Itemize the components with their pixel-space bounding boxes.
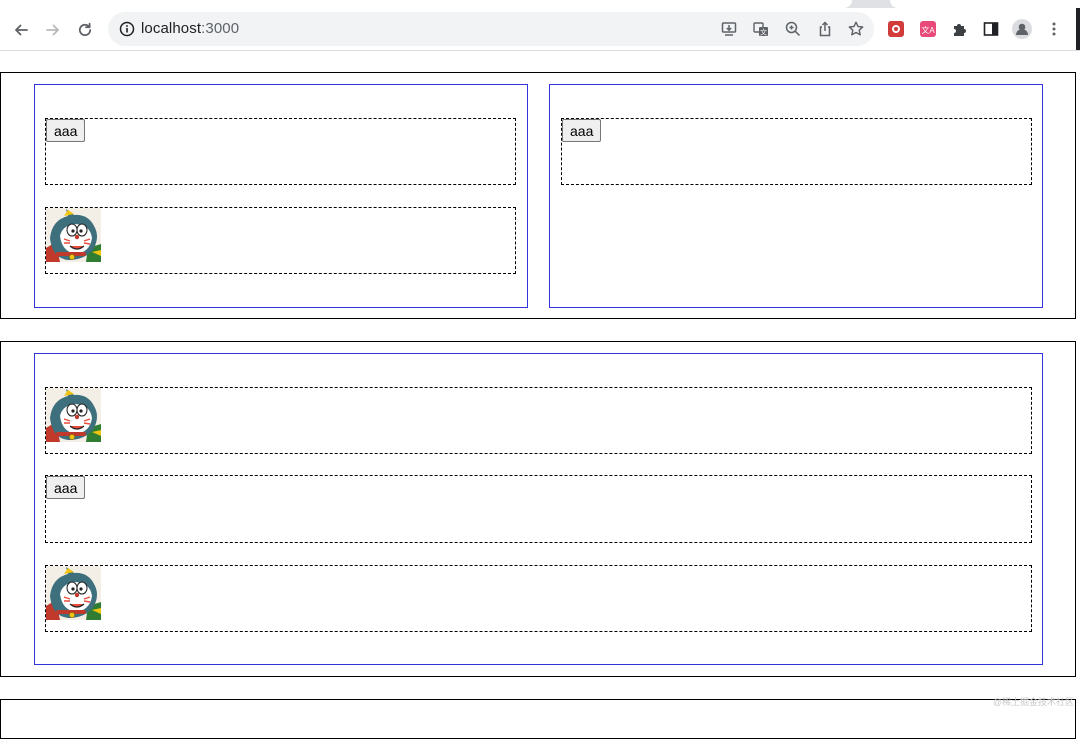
toolbar-divider [0,50,1080,51]
reload-icon [78,22,92,37]
column-right: aaa [549,84,1043,308]
extension-red-icon[interactable] [887,20,905,38]
cell-image [45,565,1032,632]
active-tab[interactable] [0,0,852,8]
extension-pink-icon[interactable]: 文A [919,20,937,38]
inactive-tab[interactable] [890,0,1080,8]
kebab-menu-icon[interactable] [1045,20,1063,38]
svg-text:文: 文 [760,28,767,37]
arrow-right-icon [46,24,59,36]
bookmark-star-icon[interactable] [847,20,865,38]
forward-button[interactable] [40,17,66,43]
puzzle-icon[interactable] [951,20,969,38]
arrow-left-icon [15,24,28,36]
share-icon[interactable] [816,20,834,38]
aaa-button[interactable]: aaa [46,476,86,499]
zoom-icon[interactable] [784,20,802,38]
install-icon[interactable] [720,20,738,38]
window-edge [1076,8,1080,50]
reload-button[interactable] [72,17,98,43]
layout-row-2: aaa [0,341,1076,677]
translate-icon[interactable]: 文 [752,20,770,38]
cell-button: aaa [45,475,1032,543]
cell-button: aaa [45,118,516,185]
cell-image [45,387,1032,454]
back-button[interactable] [8,17,34,43]
profile-icon[interactable] [1012,19,1032,39]
browser-toolbar: localhost:3000 文 文A [0,8,1080,50]
aaa-button[interactable]: aaa [46,119,86,142]
tab-strip [0,0,1080,8]
column-left: aaa [34,84,528,308]
watermark: @稀土掘金技术社区 [992,697,1074,707]
cat-avatar-image [46,388,101,442]
site-info-icon[interactable] [118,20,136,38]
url-text: localhost:3000 [141,20,240,37]
svg-text:文A: 文A [921,25,935,35]
layout-row-3 [0,699,1076,739]
aaa-button[interactable]: aaa [562,119,602,142]
cell-button: aaa [561,118,1032,185]
column-full: aaa [34,353,1043,665]
cat-avatar-image [46,566,101,620]
cat-avatar-image [46,208,101,262]
side-panel-icon[interactable] [982,20,1000,38]
layout-row-1: aaa aaa [0,72,1076,319]
address-bar[interactable]: localhost:3000 文 [108,12,874,46]
cell-image [45,207,516,274]
